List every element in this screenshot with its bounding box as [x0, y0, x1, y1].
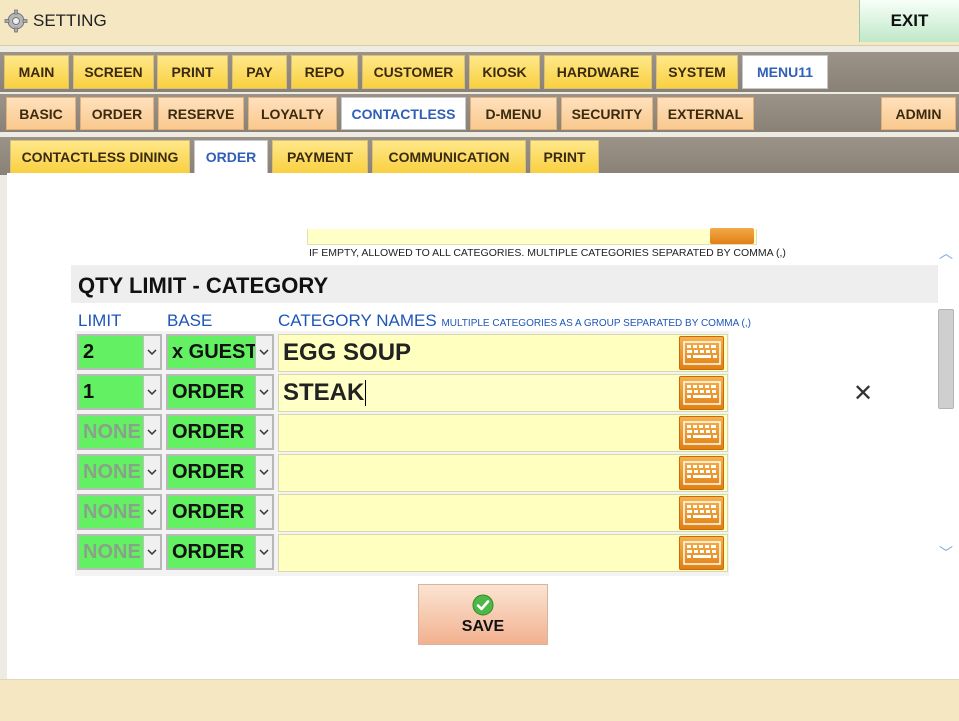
tab-loyalty[interactable]: LOYALTY	[248, 97, 337, 130]
keyboard-icon[interactable]	[679, 376, 724, 410]
base-select[interactable]: x GUEST	[166, 334, 274, 370]
exit-button[interactable]: EXIT	[859, 0, 959, 42]
tab-menu11[interactable]: MENU11	[742, 55, 828, 89]
base-value: x GUEST	[172, 340, 258, 363]
keyboard-icon[interactable]	[679, 536, 724, 570]
scrollbar-thumb[interactable]	[938, 309, 954, 409]
base-select[interactable]: ORDER	[166, 534, 274, 570]
scroll-down-icon[interactable]: ﹀	[939, 543, 953, 563]
category-names-input[interactable]	[278, 534, 728, 572]
keyboard-icon[interactable]	[679, 336, 724, 370]
limit-value: 1	[83, 380, 95, 403]
bottom-bar	[0, 679, 959, 721]
tab-external[interactable]: EXTERNAL	[657, 97, 754, 130]
category-names-input[interactable]	[278, 454, 728, 492]
tab-customer[interactable]: CUSTOMER	[362, 55, 465, 89]
tab-screen[interactable]: SCREEN	[73, 55, 154, 89]
tab-inner-print[interactable]: PRINT	[530, 140, 599, 174]
keyboard-icon[interactable]	[710, 228, 754, 244]
tab-contactless[interactable]: CONTACTLESS	[341, 97, 466, 130]
keyboard-icon[interactable]	[679, 456, 724, 490]
previous-field-hint: IF EMPTY, ALLOWED TO ALL CATEGORIES. MUL…	[309, 247, 786, 259]
column-base-header: BASE	[167, 311, 213, 330]
limit-select[interactable]: 2	[77, 334, 162, 370]
chevron-down-icon[interactable]	[255, 536, 272, 568]
limit-select[interactable]: NONE	[77, 454, 162, 490]
chevron-down-icon[interactable]	[255, 456, 272, 488]
limit-value: NONE	[83, 460, 141, 483]
base-value: ORDER	[172, 420, 245, 443]
base-value: ORDER	[172, 380, 245, 403]
chevron-down-icon[interactable]	[255, 376, 272, 408]
tab-kiosk[interactable]: KIOSK	[469, 55, 540, 89]
keyboard-icon[interactable]	[679, 416, 724, 450]
checkmark-icon	[472, 594, 494, 615]
category-names-input[interactable]: EGG SOUP	[278, 334, 728, 372]
save-button[interactable]: SAVE	[418, 584, 548, 645]
chevron-down-icon[interactable]	[255, 336, 272, 368]
limit-value: NONE	[83, 540, 141, 563]
previous-category-field[interactable]	[307, 229, 757, 245]
limit-value: NONE	[83, 500, 141, 523]
scroll-up-icon[interactable]: ︿	[939, 243, 953, 263]
base-value: ORDER	[172, 500, 245, 523]
tab-basic[interactable]: BASIC	[6, 97, 76, 130]
title-bar: SETTING	[0, 0, 959, 46]
chevron-down-icon[interactable]	[143, 336, 160, 368]
base-select[interactable]: ORDER	[166, 454, 274, 490]
tab-repo[interactable]: REPO	[291, 55, 358, 89]
tab-print[interactable]: PRINT	[157, 55, 228, 89]
save-label: SAVE	[461, 617, 505, 635]
chevron-down-icon[interactable]	[255, 496, 272, 528]
column-names-header: CATEGORY NAMES MULTIPLE CATEGORIES AS A …	[278, 311, 751, 331]
tab-inner-order[interactable]: ORDER	[194, 140, 268, 174]
column-limit-header: LIMIT	[78, 311, 122, 330]
text-caret	[365, 380, 367, 406]
clear-icon[interactable]: ✕	[853, 382, 873, 406]
keyboard-icon[interactable]	[679, 496, 724, 530]
window-title: SETTING	[33, 11, 107, 30]
tab-reserve[interactable]: RESERVE	[158, 97, 244, 130]
section-title: QTY LIMIT - CATEGORY	[78, 273, 329, 298]
limit-value: NONE	[83, 420, 141, 443]
limit-select[interactable]: NONE	[77, 494, 162, 530]
tab-payment[interactable]: PAYMENT	[272, 140, 368, 174]
chevron-down-icon[interactable]	[143, 416, 160, 448]
base-value: ORDER	[172, 460, 245, 483]
gear-icon	[4, 9, 28, 33]
tab-system[interactable]: SYSTEM	[656, 55, 738, 89]
tab-main[interactable]: MAIN	[4, 55, 69, 89]
category-names-input[interactable]	[278, 414, 728, 452]
chevron-down-icon[interactable]	[143, 376, 160, 408]
base-select[interactable]: ORDER	[166, 494, 274, 530]
limit-select[interactable]: 1	[77, 374, 162, 410]
category-names-value: EGG SOUP	[283, 339, 412, 366]
limit-select[interactable]: NONE	[77, 534, 162, 570]
base-select[interactable]: ORDER	[166, 414, 274, 450]
base-select[interactable]: ORDER	[166, 374, 274, 410]
tab-hardware[interactable]: HARDWARE	[544, 55, 652, 89]
limit-value: 2	[83, 340, 95, 363]
column-names-label: CATEGORY NAMES	[278, 311, 437, 330]
tab-d-menu[interactable]: D-MENU	[470, 97, 557, 130]
limit-select[interactable]: NONE	[77, 414, 162, 450]
base-value: ORDER	[172, 540, 245, 563]
tab-admin[interactable]: ADMIN	[881, 97, 956, 130]
chevron-down-icon[interactable]	[255, 416, 272, 448]
chevron-down-icon[interactable]	[143, 536, 160, 568]
category-names-input[interactable]: STEAK ✕	[278, 374, 873, 412]
column-names-hint: MULTIPLE CATEGORIES AS A GROUP SEPARATED…	[441, 318, 751, 329]
category-names-value: STEAK	[283, 379, 365, 406]
tab-contactless-dining[interactable]: CONTACTLESS DINING	[10, 140, 190, 174]
tab-communication[interactable]: COMMUNICATION	[372, 140, 526, 174]
vertical-scrollbar[interactable]: ︿ ﹀	[937, 231, 955, 565]
tab-pay[interactable]: PAY	[232, 55, 287, 89]
chevron-down-icon[interactable]	[143, 456, 160, 488]
tab-security[interactable]: SECURITY	[561, 97, 653, 130]
tab-order[interactable]: ORDER	[80, 97, 154, 130]
chevron-down-icon[interactable]	[143, 496, 160, 528]
category-names-input[interactable]	[278, 494, 728, 532]
